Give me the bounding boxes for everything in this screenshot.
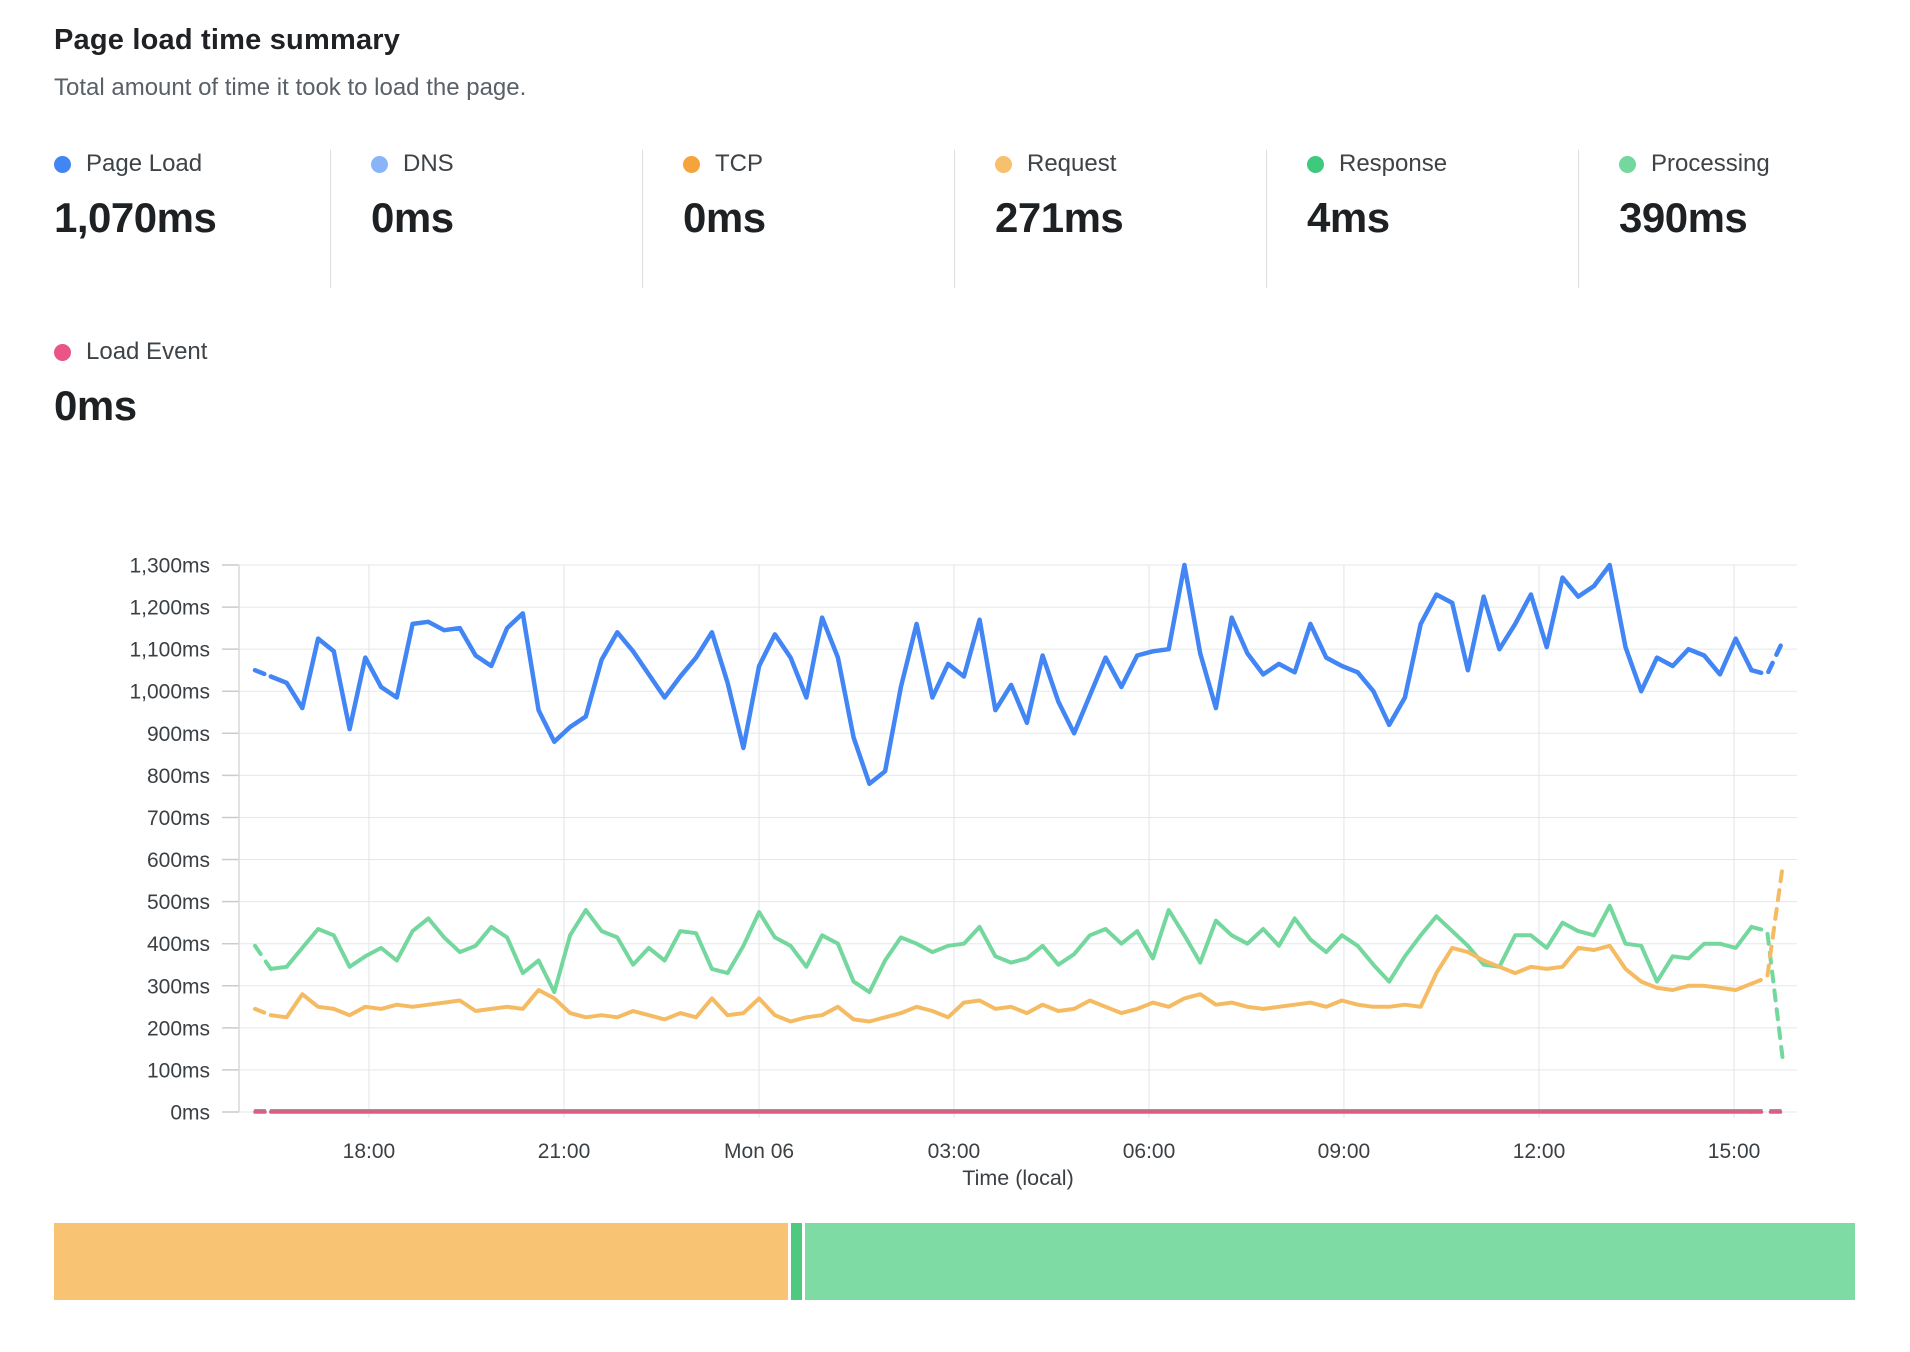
- stat-value-processing: 390ms: [1619, 194, 1890, 242]
- stat-value-dns: 0ms: [371, 194, 642, 242]
- series-line-processing: [255, 946, 271, 969]
- stat-label-processing: Processing: [1651, 150, 1770, 178]
- y-tick-label: 0ms: [170, 1102, 210, 1125]
- bar-segment-request: [54, 1223, 788, 1300]
- stat-tcp: TCP 0ms: [642, 150, 954, 288]
- series-line-request: [271, 946, 1752, 1022]
- timing-breakdown-bar: [54, 1223, 1855, 1300]
- x-tick-label: 12:00: [1513, 1140, 1566, 1163]
- y-tick-label: 1,100ms: [129, 639, 210, 662]
- stat-label-page-load: Page Load: [86, 150, 202, 178]
- stat-label-tcp: TCP: [715, 150, 763, 178]
- stat-label-load-event: Load Event: [86, 338, 207, 366]
- stat-processing: Processing 390ms: [1578, 150, 1890, 288]
- stat-dns: DNS 0ms: [330, 150, 642, 288]
- request-legend-dot: [995, 156, 1012, 173]
- stat-label-request: Request: [1027, 150, 1116, 178]
- dns-legend-dot: [371, 156, 388, 173]
- series-line-page-load: [255, 670, 271, 676]
- page-subtitle: Total amount of time it took to load the…: [54, 74, 526, 102]
- x-axis-title: Time (local): [962, 1166, 1074, 1190]
- page-load-legend-dot: [54, 156, 71, 173]
- y-tick-label: 400ms: [147, 933, 210, 956]
- y-tick-label: 500ms: [147, 891, 210, 914]
- series-line-request: [1752, 864, 1784, 984]
- chart-canvas[interactable]: 0ms 100ms 200ms 300ms 400ms 500ms 600ms 700ms 80…: [0, 540, 1910, 1200]
- x-tick-label: 18:00: [343, 1140, 396, 1163]
- y-tick-label: 700ms: [147, 807, 210, 830]
- x-tick-label: 03:00: [928, 1140, 981, 1163]
- series-line-request: [255, 1009, 271, 1015]
- y-tick-label: 800ms: [147, 765, 210, 788]
- y-tick-label: 300ms: [147, 975, 210, 998]
- y-tick-label: 200ms: [147, 1017, 210, 1040]
- y-tick-label: 100ms: [147, 1059, 210, 1082]
- stat-request: Request 271ms: [954, 150, 1266, 288]
- bar-segment-response: [791, 1223, 802, 1300]
- tcp-legend-dot: [683, 156, 700, 173]
- series-line-page-load: [1752, 641, 1784, 675]
- stat-label-response: Response: [1339, 150, 1447, 178]
- y-tick-label: 1,200ms: [129, 597, 210, 620]
- y-tick-label: 600ms: [147, 849, 210, 872]
- stat-value-response: 4ms: [1307, 194, 1578, 242]
- stat-label-dns: DNS: [403, 150, 454, 178]
- stat-page-load: Page Load 1,070ms: [44, 150, 330, 288]
- response-legend-dot: [1307, 156, 1324, 173]
- stat-value-page-load: 1,070ms: [54, 194, 330, 242]
- y-tick-label: 1,300ms: [129, 555, 210, 578]
- x-tick-label: 15:00: [1708, 1140, 1761, 1163]
- stat-response: Response 4ms: [1266, 150, 1578, 288]
- load-event-legend-dot: [54, 344, 71, 361]
- stat-value-load-event: 0ms: [54, 382, 207, 430]
- y-tick-label: 1,000ms: [129, 681, 210, 704]
- stat-load-event: Load Event 0ms: [54, 338, 207, 430]
- y-tick-label: 900ms: [147, 723, 210, 746]
- stat-value-tcp: 0ms: [683, 194, 954, 242]
- bar-segment-processing: [805, 1223, 1855, 1300]
- processing-legend-dot: [1619, 156, 1636, 173]
- series-line-page-load: [271, 565, 1752, 784]
- x-tick-label: 21:00: [538, 1140, 591, 1163]
- x-tick-label: 06:00: [1123, 1140, 1176, 1163]
- metrics-summary-row: Page Load 1,070ms DNS 0ms TCP 0ms Reques…: [44, 150, 1890, 288]
- page-load-time-chart[interactable]: 0ms 100ms 200ms 300ms 400ms 500ms 600ms 700ms 80…: [0, 540, 1910, 1200]
- series-line-processing: [1752, 927, 1784, 1062]
- series-line-processing: [271, 906, 1752, 992]
- x-tick-label: Mon 06: [724, 1140, 794, 1163]
- page-title: Page load time summary: [54, 24, 400, 57]
- x-tick-label: 09:00: [1318, 1140, 1371, 1163]
- stat-value-request: 271ms: [995, 194, 1266, 242]
